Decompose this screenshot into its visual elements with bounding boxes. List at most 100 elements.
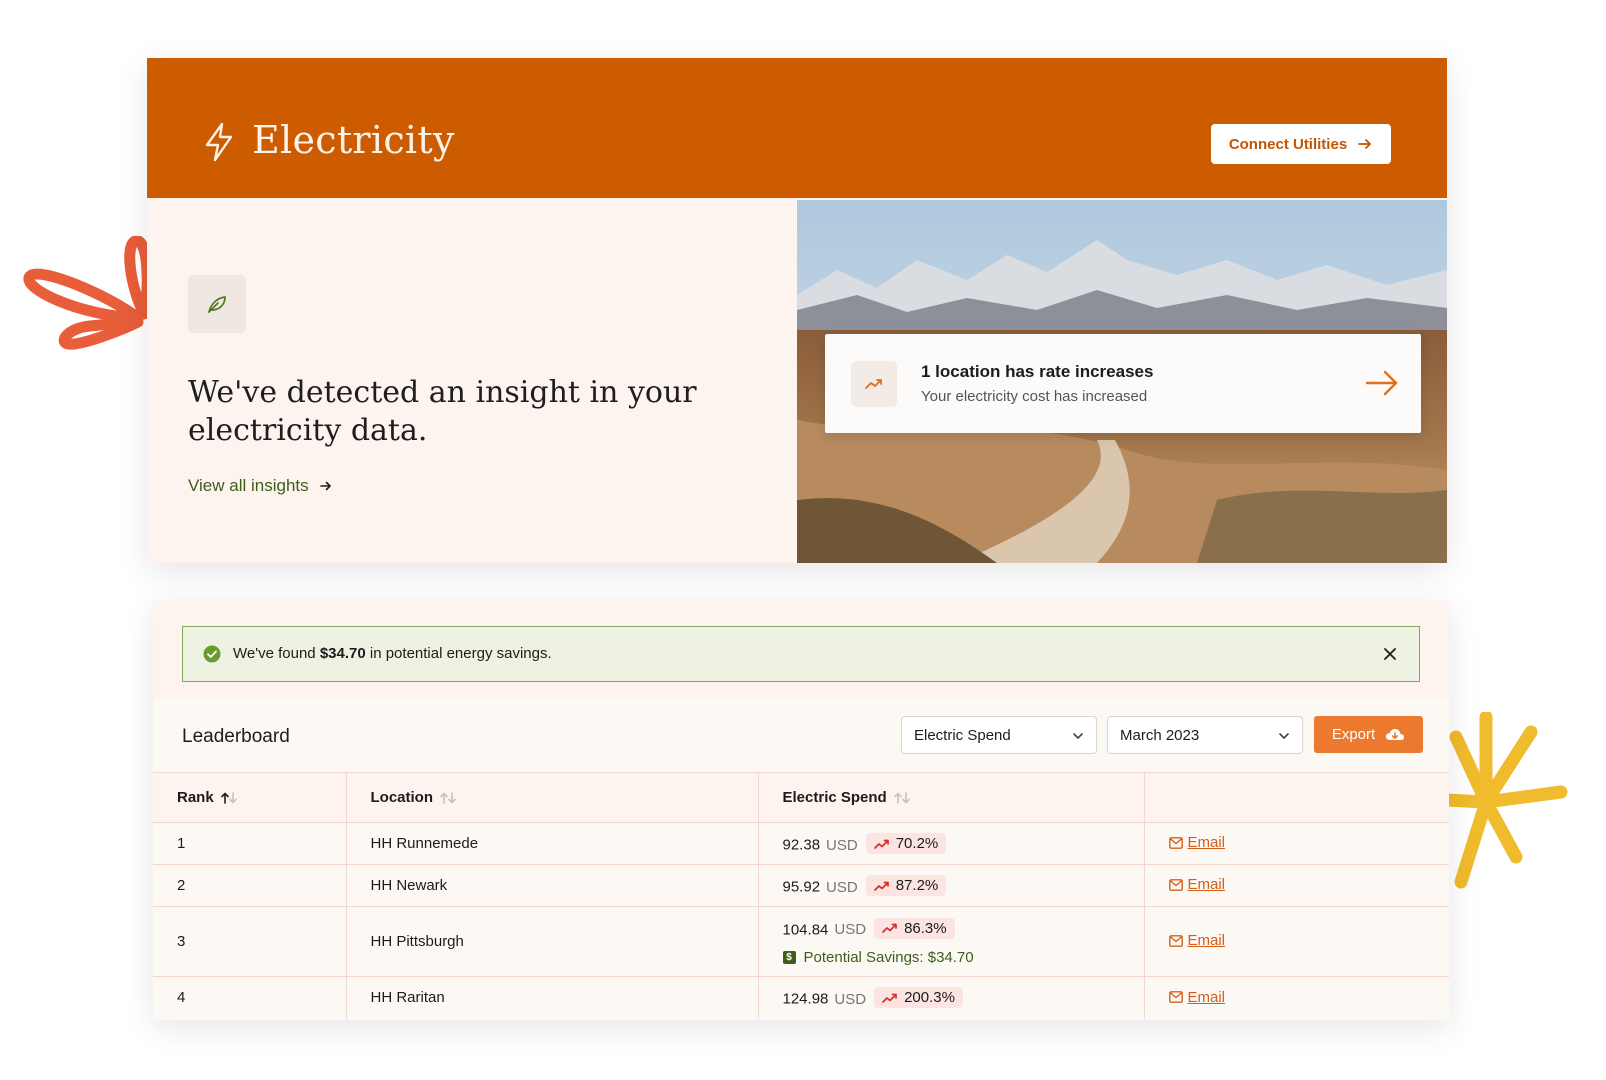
savings-amount: $34.70 [319,645,366,662]
leaf-badge [188,275,246,333]
decorative-petals-icon [23,236,150,350]
change-value: 200.3% [904,989,955,1007]
rank-cell: 3 [153,906,347,977]
month-select-value: March 2023 [1120,726,1200,744]
rank-cell: 1 [153,822,347,865]
view-all-insights-label: View all insights [188,476,309,495]
spend-value: 95.92 [782,878,821,896]
column-header-label: Electric Spend [782,789,887,806]
action-cell: Email [1144,864,1449,907]
spend-cell: 92.38 USD 70.2% [758,822,1145,865]
export-label: Export [1331,726,1376,743]
spend-value: 124.98 [782,990,829,1008]
trend-up-icon [882,993,897,1003]
chevron-down-icon [1279,733,1289,739]
sort-icon[interactable] [893,792,911,804]
savings-banner: We've found $34.70 in potential energy s… [182,626,1420,682]
location-cell: HH Newark [346,864,759,907]
email-label: Email [1187,932,1226,950]
currency-unit: USD [826,878,858,896]
email-label: Email [1187,988,1226,1006]
close-icon[interactable] [1383,647,1397,661]
currency-unit: USD [834,921,867,938]
cloud-download-icon [1386,728,1405,740]
change-badge: 200.3% [874,987,963,1009]
table-header-row: Rank Location Electric Spend [153,772,1449,823]
spend-cell: 124.98 USD 200.3% [758,976,1145,1019]
change-value: 70.2% [895,835,939,852]
table-row: 4 HH Raritan 124.98 USD 200.3% Email [153,976,1449,1019]
email-link[interactable]: Email [1168,834,1226,852]
spend-cell: 95.92 USD 87.2% [758,864,1145,907]
currency-unit: USD [826,836,858,854]
leaderboard-title: Leaderboard [182,726,290,747]
arrow-right-icon [1358,139,1372,149]
location-cell: HH Raritan [346,976,759,1019]
sort-icon[interactable] [439,792,457,804]
insight-heading: We've detected an insight in your electr… [188,375,697,448]
spend-value: 92.38 [782,836,821,854]
mail-icon [1168,934,1183,947]
column-header-actions [1144,772,1449,823]
rank-cell: 2 [153,864,347,907]
mail-icon [1168,991,1183,1003]
location-cell: HH Pittsburgh [346,906,759,977]
change-badge: 70.2% [865,833,947,854]
trend-up-icon [865,379,882,389]
email-link[interactable]: Email [1168,988,1226,1006]
table-row: 2 HH Newark 95.92 USD 87.2% Email [153,864,1449,907]
trend-up-icon [873,839,889,849]
arrow-right-icon[interactable] [1365,368,1399,398]
sort-ascending-icon[interactable] [220,792,238,804]
rate-increase-card[interactable]: 1 location has rate increases Your elect… [825,334,1421,433]
decorative-star-icon [1446,712,1568,889]
trend-up-icon [882,923,897,933]
trend-badge [851,361,897,407]
action-cell: Email [1144,822,1449,865]
rate-card-title: 1 location has rate increases [921,362,1154,381]
mail-icon [1168,878,1183,891]
column-header-electric-spend[interactable]: Electric Spend [758,772,1145,823]
currency-unit: USD [834,990,867,1008]
connect-utilities-button[interactable]: Connect Utilities [1211,124,1391,164]
savings-message: We've found $34.70 in potential energy s… [233,645,552,662]
email-link[interactable]: Email [1168,932,1226,950]
action-cell: Email [1144,976,1449,1019]
chevron-down-icon [1073,733,1083,739]
rate-card-subtitle: Your electricity cost has increased [921,388,1148,405]
column-header-location[interactable]: Location [346,772,759,823]
change-badge: 86.3% [874,917,955,939]
email-label: Email [1187,834,1226,852]
leaderboard-section: Leaderboard Electric Spend March 2023 Ex… [153,698,1449,1020]
leaf-icon [208,296,226,313]
check-circle-icon [203,645,221,663]
metric-select[interactable]: Electric Spend [901,716,1097,754]
electricity-insight-card: Electricity Connect Utilities We've dete… [147,58,1447,563]
email-link[interactable]: Email [1168,876,1226,894]
savings-suffix: in potential energy savings. [365,645,552,662]
spend-value: 104.84 [782,921,829,938]
potential-savings-label: Potential Savings: $34.70 [803,948,974,966]
connect-utilities-label: Connect Utilities [1228,135,1348,153]
export-button[interactable]: Export [1314,716,1423,753]
landscape-image: 1 location has rate increases Your elect… [797,200,1447,563]
email-label: Email [1187,876,1226,894]
dollar-icon: $ [782,950,796,964]
action-cell: Email [1144,906,1449,977]
column-header-rank[interactable]: Rank [153,772,347,823]
page-title: Electricity [252,118,455,162]
metric-select-value: Electric Spend [914,726,1011,744]
spend-cell: 104.84 USD 86.3% $ Potential Savings: $34.7… [758,906,1145,977]
view-all-insights-link[interactable]: View all insights [188,476,333,496]
lightning-bolt-icon [205,122,233,162]
column-header-label: Rank [177,789,214,806]
savings-prefix: We've found [233,645,320,662]
change-value: 86.3% [904,919,947,937]
column-header-label: Location [370,789,434,806]
month-select[interactable]: March 2023 [1107,716,1303,754]
potential-savings: $ Potential Savings: $34.70 [782,948,1120,966]
rank-cell: 4 [153,976,347,1019]
location-cell: HH Runnemede [346,822,759,865]
trend-up-icon [873,881,889,891]
table-row: 1 HH Runnemede 92.38 USD 70.2% Email [153,822,1449,865]
